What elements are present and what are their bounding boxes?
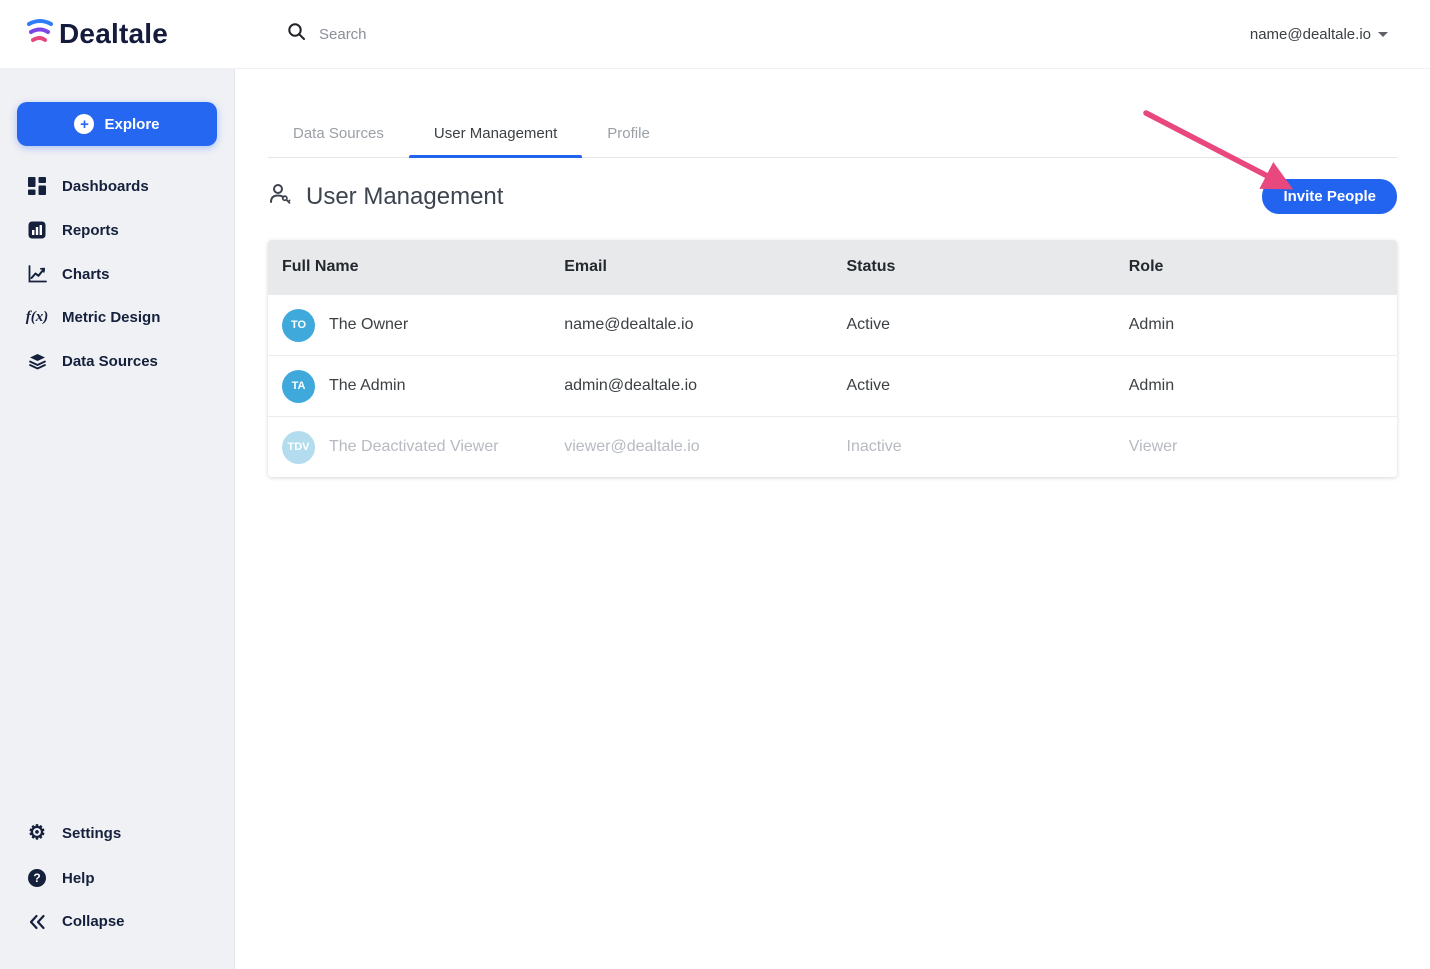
sidebar-item-data-sources[interactable]: Data Sources bbox=[0, 339, 234, 383]
user-name: The Deactivated Viewer bbox=[329, 438, 499, 455]
column-header-role: Role bbox=[1128, 258, 1164, 275]
sidebar-nav: Dashboards Reports Charts f(x) Metric De… bbox=[0, 160, 234, 383]
tab-profile[interactable]: Profile bbox=[582, 125, 675, 157]
sidebar-item-charts[interactable]: Charts bbox=[0, 252, 234, 296]
avatar: TDV bbox=[282, 430, 315, 464]
sidebar-item-label: Data Sources bbox=[62, 352, 158, 370]
table-row[interactable]: TO The Owner name@dealtale.io Active Adm… bbox=[268, 294, 1397, 355]
table-row[interactable]: TA The Admin admin@dealtale.io Active Ad… bbox=[268, 355, 1397, 416]
top-bar: Dealtale Search name@dealtale.io bbox=[0, 0, 1430, 69]
sidebar-item-label: Reports bbox=[62, 221, 119, 239]
avatar: TO bbox=[282, 308, 315, 342]
chevron-down-icon bbox=[1378, 31, 1388, 37]
user-name: The Owner bbox=[329, 316, 409, 333]
sidebar-item-settings[interactable]: ⚙ Settings bbox=[0, 810, 234, 856]
user-email: viewer@dealtale.io bbox=[564, 438, 700, 455]
user-email: name@dealtale.io bbox=[564, 316, 694, 333]
account-menu[interactable]: name@dealtale.io bbox=[1250, 26, 1388, 43]
search-icon bbox=[287, 22, 306, 46]
user-role: Admin bbox=[1128, 377, 1175, 394]
sidebar: + Explore Dashboards Reports Charts f(x)… bbox=[0, 69, 235, 969]
main-content: Data Sources User Management Profile Use… bbox=[236, 69, 1430, 969]
dashboard-grid-icon bbox=[26, 177, 48, 195]
sidebar-item-metric-design[interactable]: f(x) Metric Design bbox=[0, 296, 234, 339]
sidebar-item-help[interactable]: ? Help bbox=[0, 856, 234, 900]
layers-stack-icon bbox=[26, 352, 48, 370]
tab-user-management[interactable]: User Management bbox=[408, 125, 583, 158]
tab-bar: Data Sources User Management Profile bbox=[268, 125, 1397, 158]
search-placeholder: Search bbox=[319, 25, 367, 43]
line-chart-icon bbox=[26, 265, 48, 283]
user-role: Viewer bbox=[1128, 438, 1178, 455]
sidebar-footer: ⚙ Settings ? Help Collapse bbox=[0, 810, 234, 969]
sidebar-item-label: Dashboards bbox=[62, 177, 149, 195]
avatar: TA bbox=[282, 369, 315, 403]
user-role: Admin bbox=[1128, 316, 1175, 333]
users-table: Full Name Email Status Role TO The Owner… bbox=[268, 240, 1397, 477]
account-email: name@dealtale.io bbox=[1249, 25, 1371, 43]
logo-icon bbox=[24, 17, 54, 52]
gear-icon: ⚙ bbox=[28, 822, 46, 844]
page-title: User Management bbox=[306, 182, 504, 210]
search-input[interactable]: Search bbox=[287, 22, 367, 46]
sidebar-item-label: Help bbox=[62, 869, 95, 887]
sidebar-item-dashboards[interactable]: Dashboards bbox=[0, 164, 234, 208]
help-icon: ? bbox=[26, 869, 48, 887]
user-management-icon bbox=[268, 183, 292, 210]
user-email: admin@dealtale.io bbox=[564, 377, 698, 394]
sidebar-item-reports[interactable]: Reports bbox=[0, 208, 234, 252]
table-row[interactable]: TDV The Deactivated Viewer viewer@dealta… bbox=[268, 416, 1397, 477]
table-header-row: Full Name Email Status Role bbox=[268, 240, 1397, 294]
column-header-email: Email bbox=[564, 258, 607, 275]
logo[interactable]: Dealtale bbox=[0, 17, 235, 52]
explore-label: Explore bbox=[104, 115, 160, 133]
collapse-chevrons-icon bbox=[26, 914, 48, 930]
sidebar-item-collapse[interactable]: Collapse bbox=[0, 900, 234, 943]
user-status: Active bbox=[846, 377, 891, 394]
sidebar-item-label: Collapse bbox=[62, 913, 125, 930]
column-header-full-name: Full Name bbox=[282, 258, 359, 275]
sidebar-item-label: Charts bbox=[62, 265, 110, 283]
invite-people-button[interactable]: Invite People bbox=[1262, 179, 1397, 214]
user-name: The Admin bbox=[329, 377, 406, 394]
logo-text: Dealtale bbox=[59, 18, 168, 49]
sidebar-item-label: Settings bbox=[62, 824, 122, 842]
explore-button[interactable]: + Explore bbox=[17, 102, 217, 146]
page-header: User Management Invite People bbox=[268, 179, 1397, 214]
tab-data-sources[interactable]: Data Sources bbox=[268, 125, 409, 157]
user-status: Inactive bbox=[846, 438, 902, 455]
plus-icon: + bbox=[74, 114, 95, 134]
report-chart-icon bbox=[26, 221, 48, 239]
function-fx-icon: f(x) bbox=[25, 309, 49, 325]
column-header-status: Status bbox=[846, 258, 896, 275]
sidebar-item-label: Metric Design bbox=[62, 309, 161, 326]
user-status: Active bbox=[846, 316, 891, 333]
